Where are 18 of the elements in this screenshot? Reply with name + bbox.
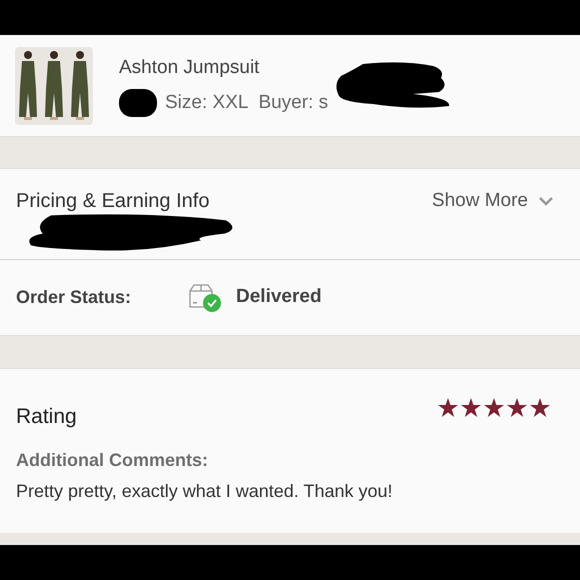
delivered-box-icon [188, 282, 224, 312]
star-icon [438, 398, 458, 417]
star-icon [461, 398, 481, 417]
buyer-label: Buyer: s [258, 90, 328, 114]
order-status-label: Order Status: [16, 286, 132, 309]
comments-label: Additional Comments: [16, 448, 209, 472]
rating-label: Rating [16, 404, 77, 430]
star-icon [530, 398, 550, 417]
redaction-mark [119, 88, 157, 117]
item-title: Ashton Jumpsuit [119, 56, 260, 80]
size-label: Size: XXL [165, 90, 248, 114]
section-title: Pricing & Earning Info [16, 189, 210, 214]
star-icon [484, 398, 504, 417]
status-value: Delivered [236, 285, 322, 310]
comment-text: Pretty pretty, exactly what I wanted. Thank you! [16, 480, 394, 503]
chevron-icon [538, 196, 554, 206]
show-more-button[interactable]: Show More [432, 186, 554, 216]
star-icon [507, 398, 527, 417]
